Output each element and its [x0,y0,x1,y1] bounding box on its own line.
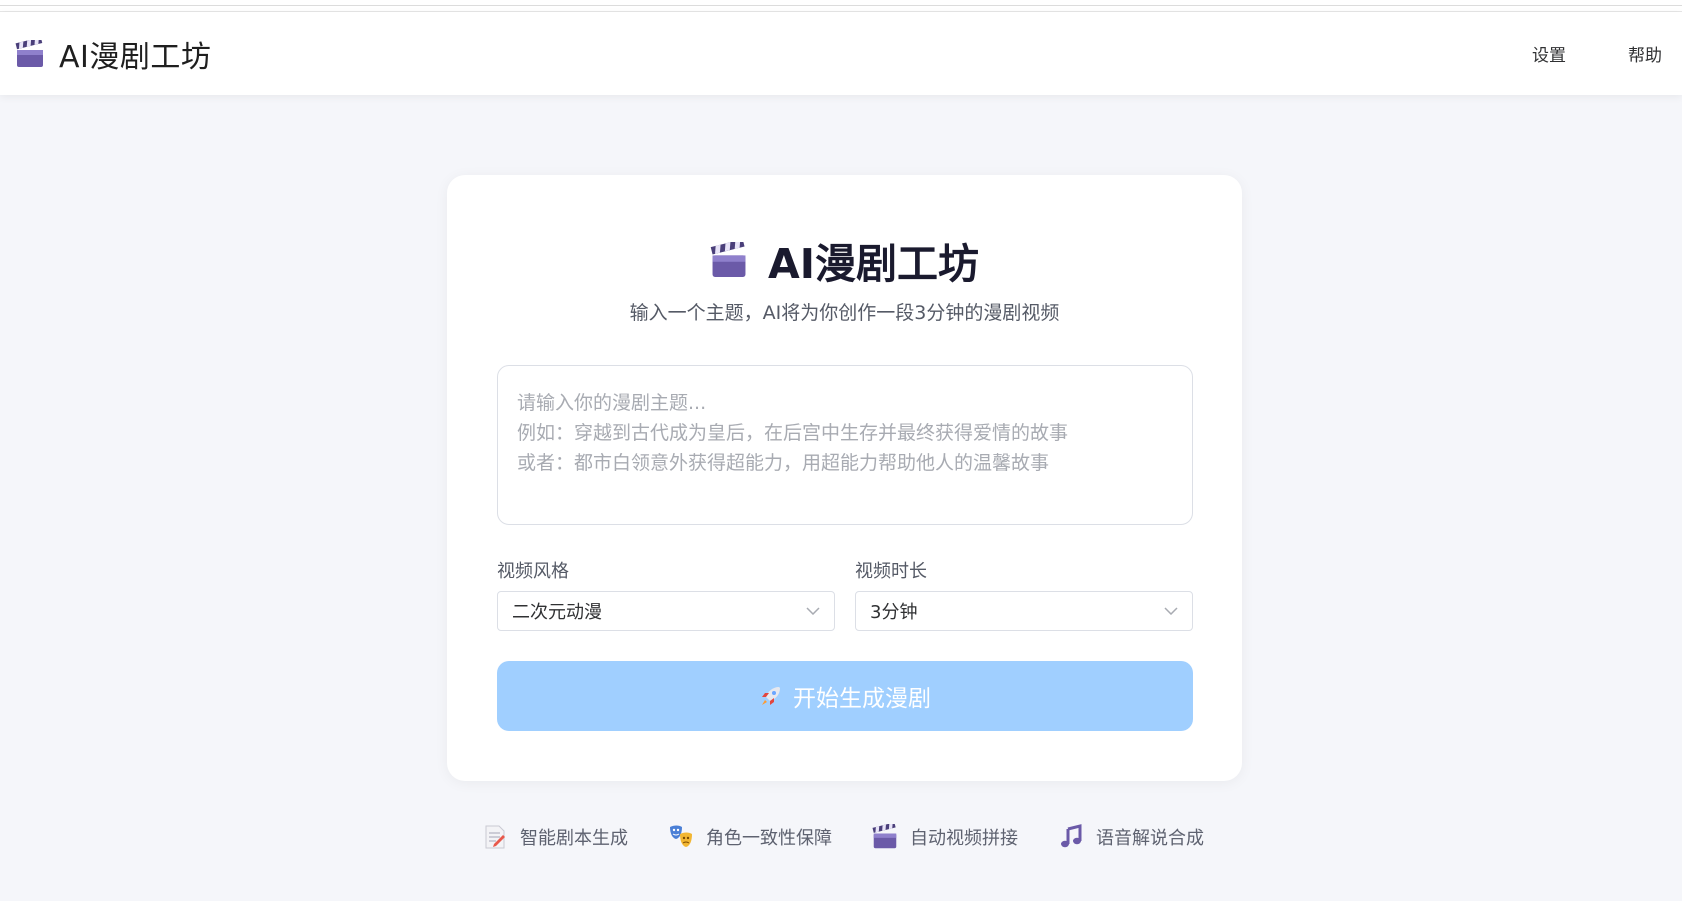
clapperboard-icon [872,824,897,849]
settings-link[interactable]: 设置 [1532,41,1566,66]
feature-item: 自动视频拼接 [872,824,1018,850]
feature-label: 语音解说合成 [1096,828,1204,849]
app-header: AI漫剧工坊 设置 帮助 [0,12,1682,95]
feature-label: 自动视频拼接 [910,828,1018,849]
chevron-down-icon [806,607,820,615]
help-link[interactable]: 帮助 [1628,41,1662,66]
style-select-value: 二次元动漫 [512,602,602,623]
chevron-down-icon [1164,607,1178,615]
style-select[interactable]: 二次元动漫 [497,591,835,631]
brand-title: AI漫剧工坊 [59,39,212,75]
generate-button-label: 开始生成漫剧 [793,685,931,711]
style-label: 视频风格 [497,561,569,582]
feature-list: 智能剧本生成 角色一致性保障 自动视频拼接 语音解说合成 [482,824,1244,850]
clapperboard-icon [15,39,43,67]
duration-select-value: 3分钟 [870,602,918,623]
page-subtitle: 输入一个主题，AI将为你创作一段3分钟的漫剧视频 [629,302,1060,324]
create-card: AI漫剧工坊 输入一个主题，AI将为你创作一段3分钟的漫剧视频 视频风格 二次元… [447,175,1242,781]
duration-select[interactable]: 3分钟 [855,591,1193,631]
generate-button[interactable]: 开始生成漫剧 [497,661,1193,731]
page-title: AI漫剧工坊 [768,240,979,288]
feature-item: 智能剧本生成 [482,824,628,850]
header-nav: 设置 帮助 [1470,41,1662,66]
feature-item: 语音解说合成 [1058,824,1204,850]
memo-icon [485,825,505,849]
hero-heading: AI漫剧工坊 [447,230,1242,290]
brand[interactable]: AI漫剧工坊 [15,32,211,76]
browser-top-edge [0,0,1682,12]
duration-label: 视频时长 [855,561,927,582]
feature-item: 角色一致性保障 [668,824,832,850]
feature-label: 角色一致性保障 [706,828,832,849]
theater-masks-icon [670,825,692,847]
clapperboard-icon [710,241,746,277]
rocket-icon [762,687,780,705]
feature-label: 智能剧本生成 [520,828,628,849]
topic-input[interactable] [497,365,1193,525]
music-note-icon [1061,824,1082,848]
